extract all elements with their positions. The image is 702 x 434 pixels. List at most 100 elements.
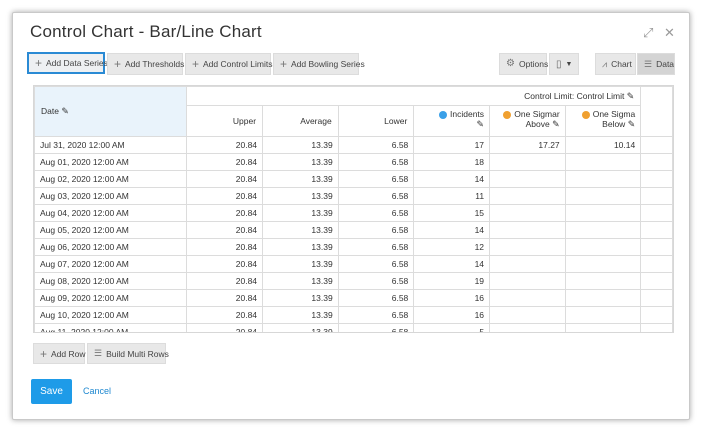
pencil-icon[interactable]: ✎	[61, 106, 69, 116]
cell-average[interactable]: 13.39	[262, 187, 339, 205]
cell-below[interactable]	[564, 187, 642, 205]
cell-average[interactable]: 13.39	[262, 204, 339, 222]
cell-lower[interactable]: 6.58	[337, 170, 415, 188]
cell-incidents[interactable]: 5	[413, 323, 491, 332]
cell-incidents[interactable]: 18	[413, 153, 491, 171]
cell-below[interactable]	[564, 221, 642, 239]
cell-incidents[interactable]: 17	[413, 136, 491, 154]
cell-average[interactable]: 13.39	[262, 153, 339, 171]
cell-upper[interactable]: 20.84	[186, 238, 264, 256]
cell-above[interactable]	[489, 272, 566, 290]
cell-below[interactable]	[564, 272, 642, 290]
cell-date[interactable]: Aug 02, 2020 12:00 AM	[34, 170, 188, 188]
cell-average[interactable]: 13.39	[262, 221, 339, 239]
cell-date[interactable]: Aug 05, 2020 12:00 AM	[34, 221, 188, 239]
cell-date[interactable]: Aug 08, 2020 12:00 AM	[34, 272, 188, 290]
save-button[interactable]: Save	[31, 379, 72, 404]
cell-upper[interactable]: 20.84	[186, 272, 264, 290]
cell-lower[interactable]: 6.58	[337, 204, 415, 222]
cell-upper[interactable]: 20.84	[186, 221, 264, 239]
cell-below[interactable]	[564, 238, 642, 256]
add-thresholds-button[interactable]: + Add Thresholds	[107, 53, 184, 75]
add-bowling-series-button[interactable]: + Add Bowling Series	[273, 53, 365, 75]
pencil-icon[interactable]: ✎	[477, 119, 485, 129]
chart-view-button[interactable]: ⩘ Chart	[595, 53, 636, 75]
cell-below[interactable]	[564, 153, 642, 171]
add-data-series-button[interactable]: + Add Data Series	[27, 52, 108, 74]
cell-lower[interactable]: 6.58	[337, 153, 415, 171]
cell-average[interactable]: 13.39	[262, 255, 339, 273]
cell-below[interactable]	[564, 306, 642, 324]
cancel-link[interactable]: Cancel	[83, 386, 111, 396]
cell-above[interactable]	[489, 255, 566, 273]
cell-lower[interactable]: 6.58	[337, 306, 415, 324]
cell-average[interactable]: 13.39	[262, 289, 339, 307]
cell-average[interactable]: 13.39	[262, 306, 339, 324]
add-row-button[interactable]: + Add Row	[33, 343, 86, 364]
cell-incidents[interactable]: 11	[413, 187, 491, 205]
cell-average[interactable]: 13.39	[262, 170, 339, 188]
col-incidents[interactable]: Incidents ✎	[413, 105, 491, 137]
cell-above[interactable]	[489, 289, 566, 307]
cell-upper[interactable]: 20.84	[186, 289, 264, 307]
cell-lower[interactable]: 6.58	[337, 289, 415, 307]
cell-average[interactable]: 13.39	[262, 323, 339, 332]
cell-lower[interactable]: 6.58	[337, 136, 415, 154]
cell-above[interactable]	[489, 170, 566, 188]
cell-above[interactable]	[489, 187, 566, 205]
cell-upper[interactable]: 20.84	[186, 170, 264, 188]
cell-above[interactable]: 17.27	[489, 136, 566, 154]
cell-date[interactable]: Aug 10, 2020 12:00 AM	[34, 306, 188, 324]
cell-above[interactable]	[489, 204, 566, 222]
cell-above[interactable]	[489, 221, 566, 239]
cell-below[interactable]: 10.14	[564, 136, 642, 154]
cell-date[interactable]: Jul 31, 2020 12:00 AM	[34, 136, 188, 154]
cell-below[interactable]	[564, 255, 642, 273]
cell-upper[interactable]: 20.84	[186, 204, 264, 222]
cell-upper[interactable]: 20.84	[186, 136, 264, 154]
cell-date[interactable]: Aug 07, 2020 12:00 AM	[34, 255, 188, 273]
pencil-icon[interactable]: ✎	[628, 119, 636, 129]
build-multi-rows-button[interactable]: ☰ Build Multi Rows	[87, 343, 169, 364]
cell-above[interactable]	[489, 323, 566, 332]
cell-incidents[interactable]: 16	[413, 306, 491, 324]
cell-incidents[interactable]: 14	[413, 170, 491, 188]
cell-average[interactable]: 13.39	[262, 136, 339, 154]
cell-incidents[interactable]: 15	[413, 204, 491, 222]
export-dropdown[interactable]: ▯ ▼	[549, 53, 579, 75]
cell-date[interactable]: Aug 06, 2020 12:00 AM	[34, 238, 188, 256]
cell-above[interactable]	[489, 238, 566, 256]
cell-incidents[interactable]: 14	[413, 255, 491, 273]
cell-date[interactable]: Aug 01, 2020 12:00 AM	[34, 153, 188, 171]
cell-lower[interactable]: 6.58	[337, 221, 415, 239]
options-button[interactable]: ⚙ Options	[499, 53, 548, 75]
cell-lower[interactable]: 6.58	[337, 187, 415, 205]
data-view-button[interactable]: ☰ Data	[637, 53, 675, 75]
cell-date[interactable]: Aug 03, 2020 12:00 AM	[34, 187, 188, 205]
col-one-sigma-below[interactable]: One Sigma Below ✎	[564, 105, 642, 137]
cell-date[interactable]: Aug 09, 2020 12:00 AM	[34, 289, 188, 307]
close-icon[interactable]: ✕	[664, 25, 675, 41]
cell-incidents[interactable]: 14	[413, 221, 491, 239]
cell-upper[interactable]: 20.84	[186, 306, 264, 324]
cell-lower[interactable]: 6.58	[337, 238, 415, 256]
cell-lower[interactable]: 6.58	[337, 255, 415, 273]
cell-lower[interactable]: 6.58	[337, 323, 415, 332]
cell-upper[interactable]: 20.84	[186, 153, 264, 171]
cell-average[interactable]: 13.39	[262, 272, 339, 290]
date-header[interactable]: Date ✎	[34, 86, 188, 137]
cell-below[interactable]	[564, 289, 642, 307]
cell-incidents[interactable]: 16	[413, 289, 491, 307]
cell-incidents[interactable]: 12	[413, 238, 491, 256]
cell-upper[interactable]: 20.84	[186, 323, 264, 332]
expand-icon[interactable]: ⤢	[643, 25, 653, 41]
cell-upper[interactable]: 20.84	[186, 255, 264, 273]
cell-lower[interactable]: 6.58	[337, 272, 415, 290]
col-one-sigma-above[interactable]: One Sigmar Above ✎	[489, 105, 566, 137]
add-control-limits-button[interactable]: + Add Control Limits	[185, 53, 272, 75]
cell-upper[interactable]: 20.84	[186, 187, 264, 205]
cell-incidents[interactable]: 19	[413, 272, 491, 290]
cell-above[interactable]	[489, 153, 566, 171]
cell-below[interactable]	[564, 323, 642, 332]
cell-average[interactable]: 13.39	[262, 238, 339, 256]
